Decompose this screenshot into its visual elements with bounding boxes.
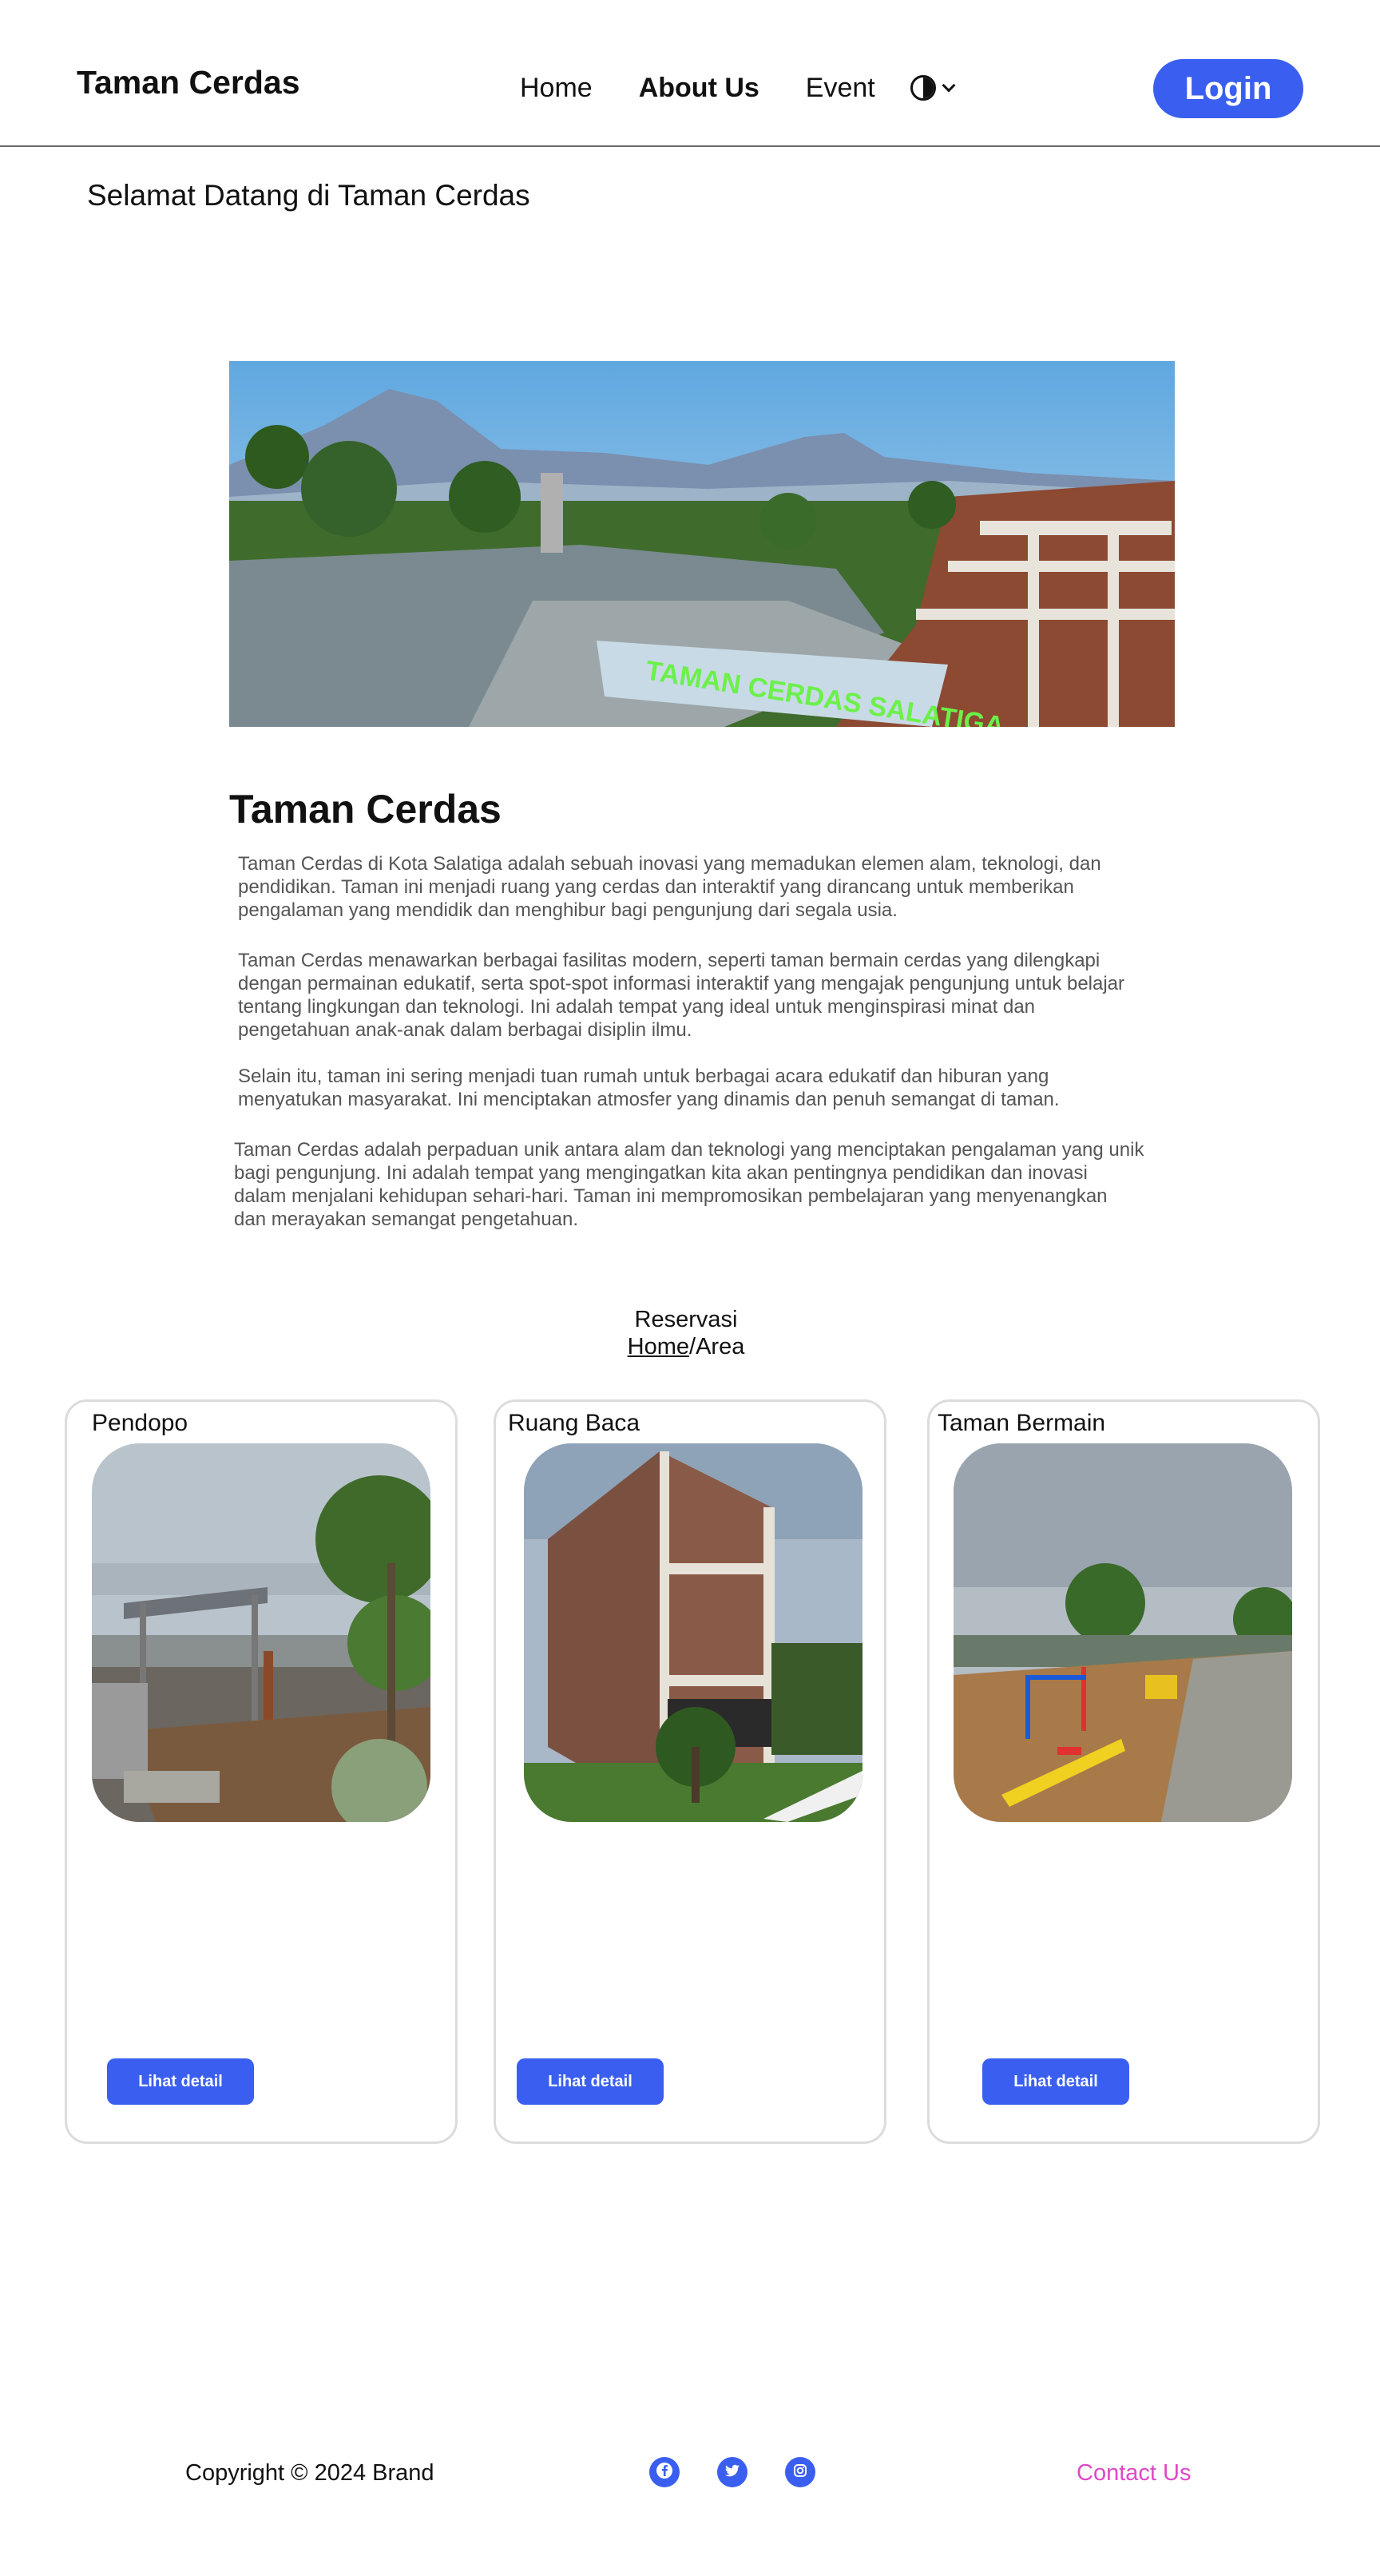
facebook-icon xyxy=(656,2462,673,2483)
about-paragraph-1: Taman Cerdas di Kota Salatiga adalah seb… xyxy=(238,853,1101,921)
theme-toggle[interactable] xyxy=(910,75,956,101)
breadcrumb-current: Area xyxy=(696,1334,745,1359)
breadcrumb: Home/Area xyxy=(0,1334,1372,1360)
nav-event[interactable]: Event xyxy=(806,69,875,107)
lihat-detail-button[interactable]: Lihat detail xyxy=(107,2058,254,2105)
reservasi-heading: Reservasi xyxy=(634,1307,738,1332)
area-card-image xyxy=(92,1443,430,1822)
about-paragraph-4: Taman Cerdas adalah perpaduan unik antar… xyxy=(234,1139,1144,1230)
brand-logo-text[interactable]: Taman Cerdas xyxy=(77,64,300,101)
twitter-icon xyxy=(724,2462,741,2483)
area-card-pendopo: Pendopo Lihat detail xyxy=(65,1399,458,2144)
about-paragraph-2: Taman Cerdas menawarkan berbagai fasilit… xyxy=(238,950,1125,1041)
area-card-ruang-baca: Ruang Baca Lihat detail xyxy=(494,1399,886,2144)
area-card-title: Taman Bermain xyxy=(938,1410,1106,1436)
area-card-title: Pendopo xyxy=(92,1410,188,1436)
breadcrumb-separator: / xyxy=(689,1334,696,1359)
area-card-title: Ruang Baca xyxy=(508,1410,640,1436)
hero-image: TAMAN CERDAS SALATIGA xyxy=(229,361,1175,727)
facebook-link[interactable] xyxy=(649,2457,680,2487)
instagram-link[interactable] xyxy=(785,2457,815,2487)
area-card-taman-bermain: Taman Bermain Lihat detail xyxy=(927,1399,1320,2144)
instagram-icon xyxy=(791,2462,809,2483)
chevron-down-icon xyxy=(942,78,956,93)
breadcrumb-home-link[interactable]: Home xyxy=(628,1334,689,1359)
contact-us-link[interactable]: Contact Us xyxy=(1077,2460,1191,2487)
main-nav: Home About Us Event xyxy=(520,69,956,107)
area-card-image xyxy=(954,1443,1292,1822)
twitter-link[interactable] xyxy=(717,2457,748,2487)
contrast-icon xyxy=(910,75,936,101)
nav-home[interactable]: Home xyxy=(520,69,593,107)
about-title: Taman Cerdas xyxy=(229,787,502,832)
navbar: Taman Cerdas Home About Us Event Login xyxy=(0,0,1380,147)
lihat-detail-button[interactable]: Lihat detail xyxy=(517,2058,664,2105)
lihat-detail-button[interactable]: Lihat detail xyxy=(982,2058,1129,2105)
welcome-heading: Selamat Datang di Taman Cerdas xyxy=(87,179,530,212)
footer-copyright: Copyright © 2024 Brand xyxy=(185,2460,434,2486)
login-button[interactable]: Login xyxy=(1153,59,1303,118)
nav-about-us[interactable]: About Us xyxy=(639,69,759,107)
about-paragraph-3: Selain itu, taman ini sering menjadi tua… xyxy=(238,1066,1060,1110)
area-card-image xyxy=(524,1443,862,1822)
